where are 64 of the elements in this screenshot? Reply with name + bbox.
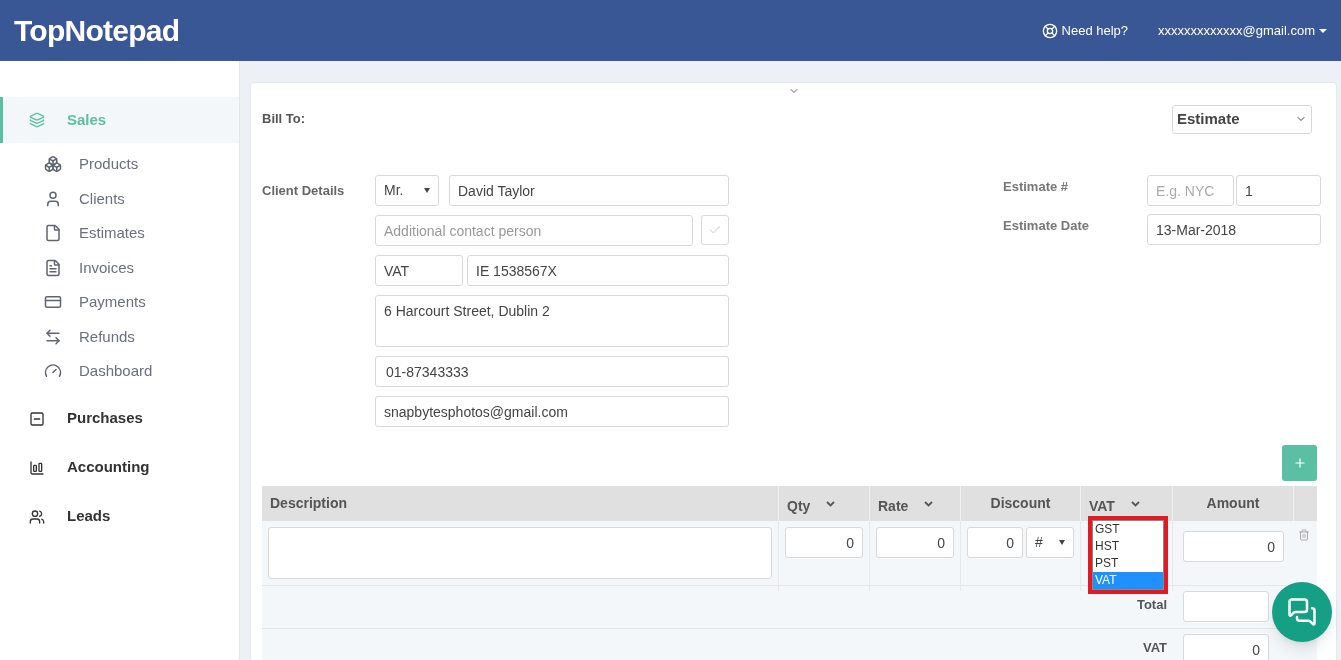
tax-option[interactable]: GST	[1093, 521, 1163, 538]
phone-field[interactable]: 01-87343333	[375, 356, 729, 387]
tax-id-field[interactable]: IE 1538567X	[467, 255, 729, 286]
sidebar-item[interactable]: Leads	[0, 493, 239, 540]
sidebar-subitem[interactable]: Payments	[0, 285, 239, 320]
salutation-select[interactable]: Mr.	[375, 175, 439, 206]
tax-label-field[interactable]: VAT	[375, 255, 463, 286]
sidebar-item[interactable]: Purchases	[0, 395, 239, 442]
email-field[interactable]: snapbytesphotos@gmail.com	[375, 396, 729, 427]
quantity-field[interactable]: 0	[785, 527, 863, 558]
trash-icon[interactable]	[1298, 529, 1310, 541]
logo[interactable]: TopNotepad	[14, 8, 180, 53]
contact-person-field[interactable]: Additional contact person	[375, 215, 693, 246]
chevron-icon	[1130, 500, 1140, 507]
tax-option[interactable]: PST	[1093, 555, 1163, 572]
layers-icon	[29, 112, 45, 128]
sidebar-subitem[interactable]: Refunds	[0, 319, 239, 354]
plus-icon	[1292, 456, 1307, 470]
sidebar-subitem[interactable]: Invoices	[0, 250, 239, 285]
sidebar-subitem[interactable]: Products	[0, 147, 239, 182]
caret-icon	[424, 188, 430, 193]
minus-square-icon	[29, 410, 45, 427]
client-name-field[interactable]: David Taylor	[449, 175, 729, 206]
user-icon	[44, 189, 62, 208]
total-label: VAT	[1142, 639, 1167, 657]
bill-to-label: Bill To:	[262, 110, 306, 129]
client-details-label: Client Details	[262, 182, 346, 195]
description-field[interactable]	[268, 527, 772, 579]
total-field[interactable]: 0	[1183, 634, 1269, 660]
sidebar-subitem[interactable]: Dashboard	[0, 354, 239, 389]
chevron-icon	[826, 500, 836, 507]
document-icon	[44, 258, 62, 277]
document-type-select[interactable]: Estimate	[1172, 104, 1312, 134]
caret-icon	[1319, 28, 1327, 33]
boxes-icon	[44, 155, 62, 174]
file-icon	[44, 224, 62, 243]
add-row-button[interactable]	[1282, 445, 1317, 481]
caret-icon	[1059, 540, 1065, 545]
estimate-number-field[interactable]: 1	[1236, 175, 1321, 206]
total-field[interactable]	[1183, 591, 1269, 622]
amount-field[interactable]: 0	[1183, 531, 1284, 562]
chevron-icon	[924, 500, 934, 507]
contact-checkbox[interactable]	[701, 215, 729, 245]
estimate-date-field[interactable]: 13-Mar-2018	[1147, 214, 1321, 245]
sidebar-subitem[interactable]: Clients	[0, 181, 239, 216]
help-link[interactable]: Need help?	[1061, 20, 1129, 41]
account-menu[interactable]: xxxxxxxxxxxxx@gmail.com	[1158, 20, 1327, 41]
discount-field[interactable]: 0	[967, 527, 1023, 558]
help-icon	[1041, 22, 1058, 39]
tax-option[interactable]: HST	[1093, 538, 1163, 555]
rate-field[interactable]: 0	[876, 527, 954, 558]
discount-type-select[interactable]: #	[1026, 527, 1074, 558]
chat-icon	[1287, 597, 1317, 627]
check-icon	[708, 223, 722, 237]
estimate-number-label: Estimate #	[1003, 178, 1070, 196]
people-icon	[29, 508, 45, 525]
address-field[interactable]: 6 Harcourt Street, Dublin 2	[375, 295, 729, 347]
sidebar-subitem[interactable]: Estimates	[0, 216, 239, 251]
swap-arrows-icon	[44, 327, 62, 346]
total-label: Total	[1136, 596, 1167, 614]
bar-chart-icon	[29, 459, 45, 476]
estimate-date-label: Estimate Date	[1003, 217, 1090, 235]
sidebar-item[interactable]: Accounting	[0, 444, 239, 491]
prefix-field[interactable]: E.g. NYC	[1147, 175, 1234, 206]
